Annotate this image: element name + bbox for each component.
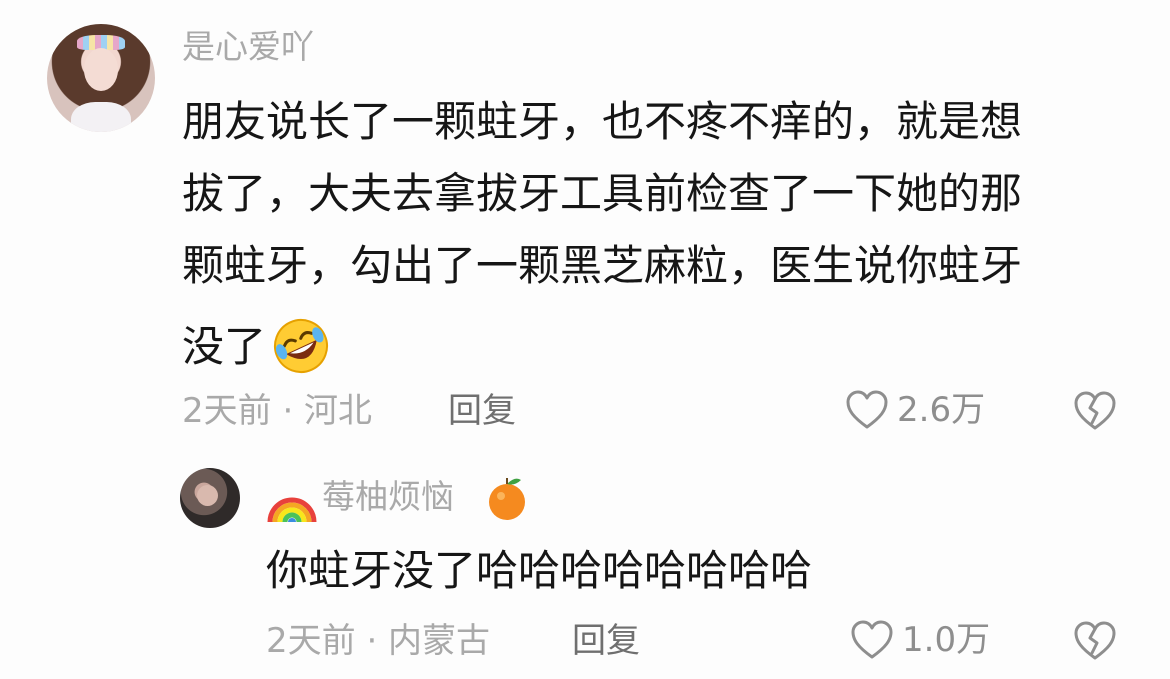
rolling-on-floor-laughing-emoji (272, 317, 330, 382)
reply-button[interactable]: 回复 (572, 624, 640, 658)
comment-text: 朋友说长了一颗蛀牙，也不疼不痒的，就是想 拔了，大夫去拿拔牙工具前检查了一下她的… (182, 101, 1112, 389)
broken-heart-icon (1074, 391, 1116, 430)
comment-text-line-last: 没了 (182, 317, 1112, 389)
heart-icon (851, 620, 893, 659)
dislike-button[interactable] (1072, 620, 1118, 666)
reply-button[interactable]: 回复 (448, 394, 516, 428)
tangerine-icon (486, 474, 528, 526)
reply-avatar[interactable] (180, 468, 240, 528)
comment-meta: 2天前 · 河北 (182, 391, 373, 431)
reply-text: 你蛀牙没了哈哈哈哈哈哈哈哈 (266, 546, 813, 595)
comment-username[interactable]: 是心爱吖 (182, 30, 314, 63)
heart-icon (846, 390, 888, 429)
rainbow-icon (266, 476, 318, 528)
comment-text-line: 朋友说长了一颗蛀牙，也不疼不痒的，就是想 (182, 97, 1023, 146)
comment-text-line: 颗蛀牙，勾出了一颗黑芝麻粒，医生说你蛀牙 (182, 241, 1023, 290)
reply-username[interactable]: 莓柚烦恼 (322, 480, 454, 513)
like-count: 2.6万 (897, 390, 986, 430)
dislike-button[interactable] (1072, 390, 1118, 436)
like-count: 1.0万 (902, 620, 991, 660)
avatar-dress (70, 101, 132, 132)
avatar-face (83, 47, 119, 91)
comment-avatar[interactable] (47, 24, 155, 132)
comment-text-line: 没了 (182, 322, 267, 371)
comment-text-line: 拔了，大夫去拿拔牙工具前检查了一下她的那 (182, 169, 1023, 218)
broken-heart-icon (1074, 621, 1116, 660)
avatar-face (196, 484, 219, 507)
like-button[interactable]: 2.6万 (845, 390, 985, 430)
like-button[interactable]: 1.0万 (850, 620, 990, 660)
reply-meta: 2天前 · 内蒙古 (266, 621, 491, 661)
